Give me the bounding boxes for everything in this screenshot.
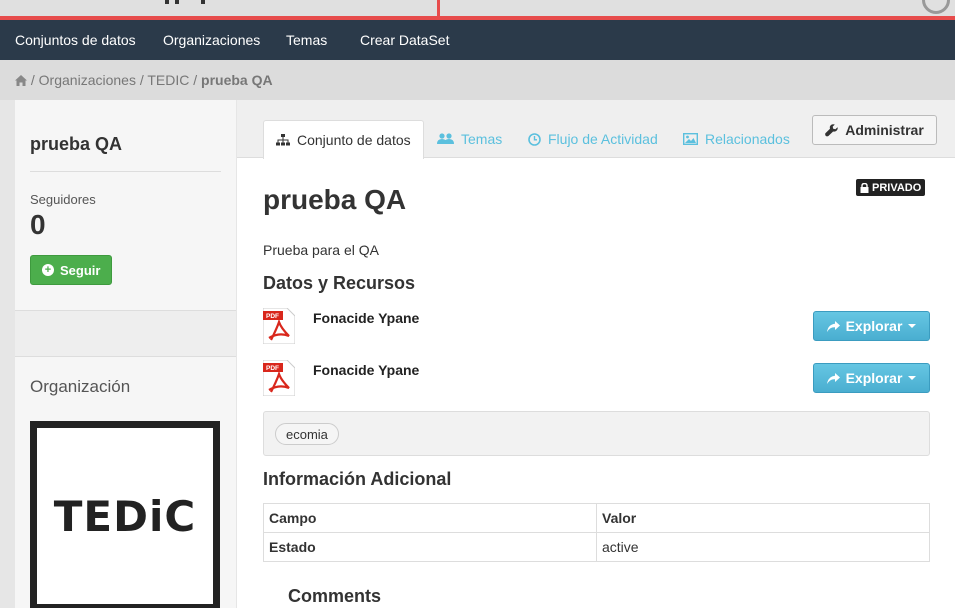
organization-logo[interactable]: TEDiC [30,421,220,608]
resource-name[interactable]: Fonacide Ypane [313,362,419,378]
sidebar-title: prueba QA [30,134,221,172]
tab-groups-label: Temas [461,131,503,147]
caret-down-icon [908,376,917,380]
explore-button-label: Explorar [845,318,903,334]
sidebar: prueba QA Seguidores 0 + Seguir Organiza… [15,100,236,608]
tab-activity[interactable]: Flujo de Actividad [528,120,658,158]
tabs-bar: Conjunto de datos Temas Flujo de Activid… [237,100,955,159]
tab-related[interactable]: Relacionados [683,120,790,158]
breadcrumb-separator: / [30,72,35,88]
tag-item[interactable]: ecomia [275,423,339,445]
dataset-title: prueba QA [263,184,407,215]
resources-heading: Datos y Recursos [263,273,416,293]
resource-item[interactable]: PDF Fonacide Ypane Explorar [263,308,930,346]
explore-button[interactable]: Explorar [813,363,930,393]
top-header-strip [0,0,955,20]
breadcrumb-current[interactable]: prueba QA [201,72,273,88]
dataset-description: Prueba para el QA [263,242,379,258]
breadcrumb-organizations[interactable]: Organizaciones [39,72,136,88]
main-navbar: Conjuntos de datos Organizaciones Temas … [0,20,955,60]
private-badge-label: PRIVADO [872,181,922,194]
nav-item-create-dataset[interactable]: Crear DataSet [360,32,449,48]
header-fragment [165,0,205,4]
users-icon [437,133,454,144]
table-row: Estado active [263,532,930,562]
additional-info-heading: Información Adicional [263,469,452,489]
tags-list: ecomia [263,411,930,456]
breadcrumb: / Organizaciones / TEDIC / prueba QA [0,60,955,100]
main-content: Conjunto de datos Temas Flujo de Activid… [237,100,955,608]
sidebar-spacer [15,311,236,357]
lock-icon [860,182,869,193]
nav-item-datasets[interactable]: Conjuntos de datos [15,32,136,48]
sidebar-dataset-info: prueba QA Seguidores 0 + Seguir [15,100,236,311]
header-divider [437,0,440,16]
explore-button-label: Explorar [845,370,903,386]
tab-activity-label: Flujo de Actividad [548,131,658,147]
followers-count: 0 [30,209,46,240]
breadcrumb-tedic[interactable]: TEDIC [147,72,189,88]
tab-related-label: Relacionados [705,131,790,147]
additional-info-table: Campo Valor Estado active [263,503,930,562]
follow-button-label: Seguir [60,262,101,278]
breadcrumb-separator: / [193,72,198,88]
caret-down-icon [908,324,917,328]
share-arrow-icon [826,372,840,384]
organization-heading: Organización [30,377,131,396]
table-header-value: Valor [596,503,930,533]
table-header-field: Campo [263,503,597,533]
tab-dataset-label: Conjunto de datos [297,132,411,148]
private-badge: PRIVADO [856,179,926,196]
wrench-icon [825,123,838,136]
share-arrow-icon [826,320,840,332]
follow-button[interactable]: + Seguir [30,255,113,285]
svg-text:PDF: PDF [266,313,279,320]
pdf-file-icon: PDF [263,360,295,396]
resource-name[interactable]: Fonacide Ypane [313,310,419,326]
picture-icon [683,133,698,145]
tab-dataset[interactable]: Conjunto de datos [263,120,424,159]
admin-button[interactable]: Administrar [812,115,937,145]
organization-logo-text: TEDiC [53,491,197,541]
nav-item-organizations[interactable]: Organizaciones [163,32,260,48]
svg-text:PDF: PDF [266,365,279,372]
resource-item[interactable]: PDF Fonacide Ypane Explorar [263,360,930,398]
admin-button-label: Administrar [845,122,924,138]
plus-circle-icon: + [42,264,54,276]
header-circle-icon[interactable] [922,0,950,14]
table-cell-value: active [596,532,930,562]
followers-label: Seguidores [30,192,96,207]
breadcrumb-separator: / [139,72,144,88]
pdf-file-icon: PDF [263,308,295,344]
table-header-row: Campo Valor [263,503,930,533]
comments-heading: Comments [288,586,382,606]
sitemap-icon [276,134,290,146]
sidebar-organization: Organización TEDiC [15,357,236,608]
tab-groups[interactable]: Temas [437,120,502,158]
home-icon[interactable] [15,75,27,86]
clock-icon [528,132,541,146]
explore-button[interactable]: Explorar [813,311,930,341]
table-cell-key: Estado [263,532,597,562]
nav-item-groups[interactable]: Temas [286,32,327,48]
